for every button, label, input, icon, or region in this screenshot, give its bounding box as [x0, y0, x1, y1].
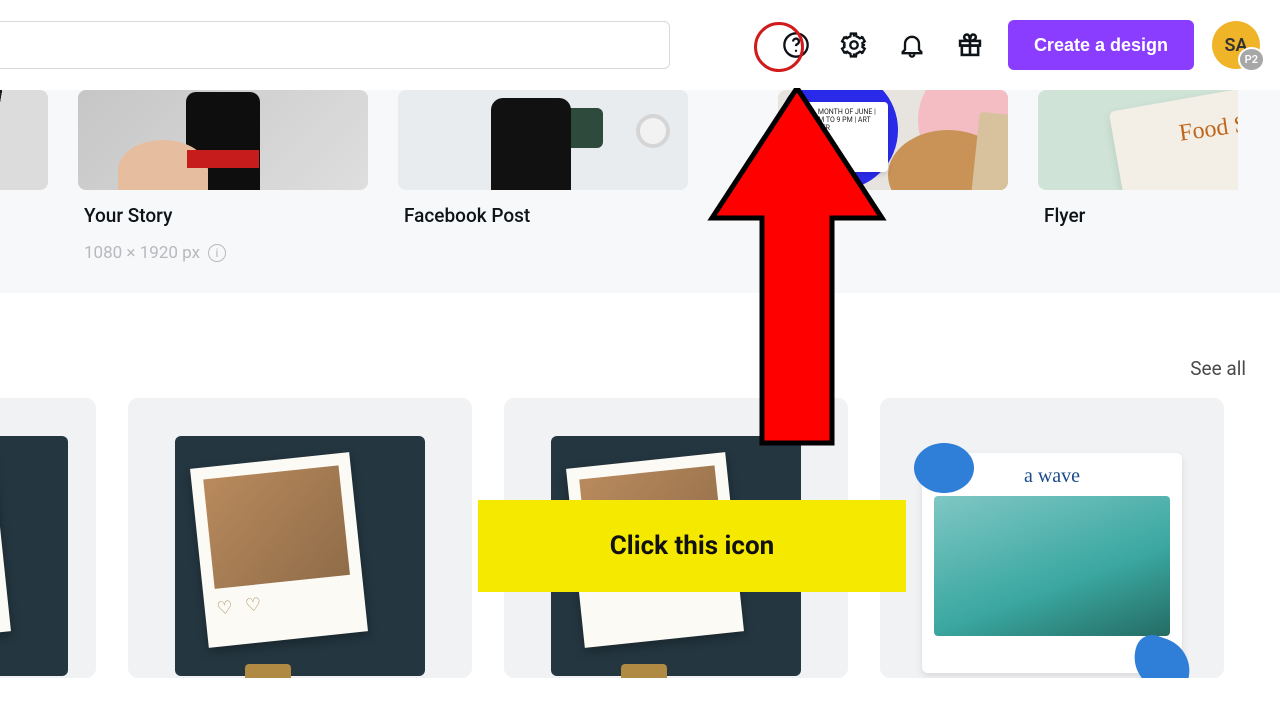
template-card-poster[interactable]: ALL MONTH OF JUNE | 10 AM TO 9 PM | ART … — [718, 90, 1008, 263]
recent-design-card[interactable]: ♡ ♡ — [128, 398, 472, 678]
gear-icon[interactable] — [834, 25, 874, 65]
template-card-flyer[interactable]: Food S Flyer — [1038, 90, 1238, 263]
gift-icon[interactable] — [950, 25, 990, 65]
template-card-partial[interactable] — [0, 90, 48, 263]
avatar-badge: P2 — [1238, 47, 1265, 72]
template-thumbnail: Food S — [1038, 90, 1238, 190]
template-label: Facebook Post — [398, 204, 688, 227]
recent-design-card[interactable] — [0, 398, 96, 678]
info-icon: i — [208, 244, 226, 262]
create-design-button[interactable]: Create a design — [1008, 20, 1194, 70]
template-label: Your Story — [78, 204, 368, 227]
template-thumbnail: ALL MONTH OF JUNE | 10 AM TO 9 PM | ART … — [778, 90, 1008, 190]
template-card-facebook-post[interactable]: Facebook Post — [398, 90, 688, 263]
bell-icon[interactable] — [892, 25, 932, 65]
search-input[interactable] — [0, 21, 670, 69]
template-dimensions: 1080 × 1920 px i — [78, 243, 368, 263]
template-thumbnail — [398, 90, 688, 190]
recent-design-card[interactable] — [504, 398, 848, 678]
header-bar: Create a design SA P2 — [0, 0, 1280, 90]
template-thumbnail — [78, 90, 368, 190]
header-icons-group: Create a design SA P2 — [776, 20, 1260, 70]
avatar[interactable]: SA P2 — [1212, 21, 1260, 69]
template-card-your-story[interactable]: Your Story 1080 × 1920 px i — [78, 90, 368, 263]
recent-designs-row: ♡ ♡ a wave — [0, 398, 1280, 678]
template-label: Flyer — [1038, 204, 1238, 227]
recent-design-card[interactable]: a wave — [880, 398, 1224, 678]
see-all-link[interactable]: See all — [0, 293, 1280, 398]
template-type-row: Your Story 1080 × 1920 px i Facebook Pos… — [0, 90, 1280, 293]
help-icon[interactable] — [776, 25, 816, 65]
